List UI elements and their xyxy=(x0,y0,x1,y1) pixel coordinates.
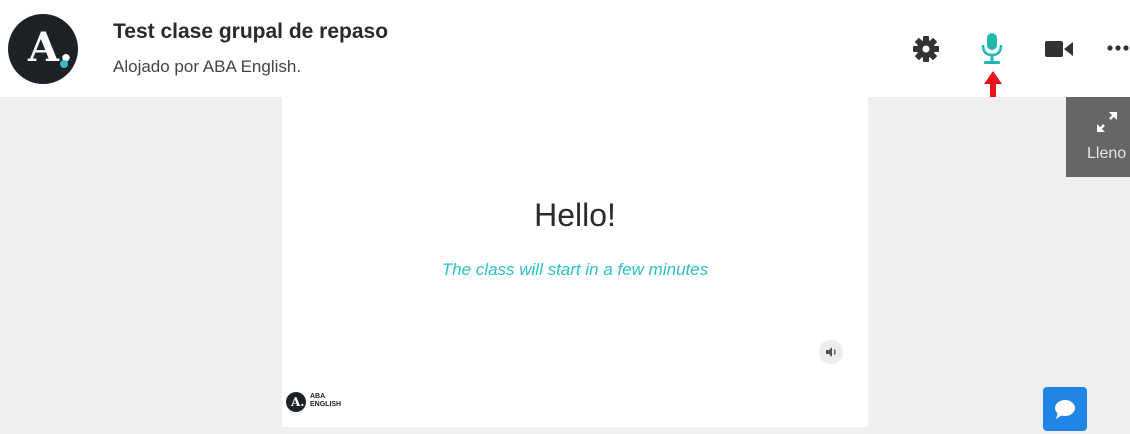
chat-bubble-icon xyxy=(1055,400,1075,419)
chat-button[interactable] xyxy=(1043,387,1087,431)
volume-button[interactable] xyxy=(819,340,843,364)
slide-brand-line2: ENGLISH xyxy=(310,401,342,408)
more-icon[interactable] xyxy=(1107,43,1130,53)
speaker-icon xyxy=(826,347,836,357)
slide: Hello! The class will start in a few min… xyxy=(282,97,868,427)
video-camera-icon[interactable] xyxy=(1045,40,1073,58)
host-subtitle: Alojado por ABA English. xyxy=(113,57,302,76)
slide-brand-logo: A. xyxy=(286,392,306,412)
presentation-area: Hello! The class will start in a few min… xyxy=(0,97,1130,434)
microphone-icon[interactable] xyxy=(981,33,1003,65)
slide-brand-letter: A. xyxy=(291,395,305,409)
expand-icon xyxy=(1097,112,1117,132)
class-title: Test clase grupal de repaso xyxy=(113,20,389,43)
slide-brand-name: ABA ENGLISH xyxy=(310,393,360,409)
top-bar: A. Test clase grupal de repaso Alojado p… xyxy=(0,0,1130,103)
fullscreen-button[interactable]: Lleno xyxy=(1066,97,1130,177)
slide-brand-line1: ABA xyxy=(310,393,326,400)
slide-subtitle: The class will start in a few minutes xyxy=(441,260,709,279)
slide-heading: Hello! xyxy=(534,197,616,233)
logo-dot xyxy=(60,60,68,68)
course-logo: A. xyxy=(8,14,78,84)
gear-icon[interactable] xyxy=(913,36,939,62)
fullscreen-label: Lleno xyxy=(1087,145,1127,162)
